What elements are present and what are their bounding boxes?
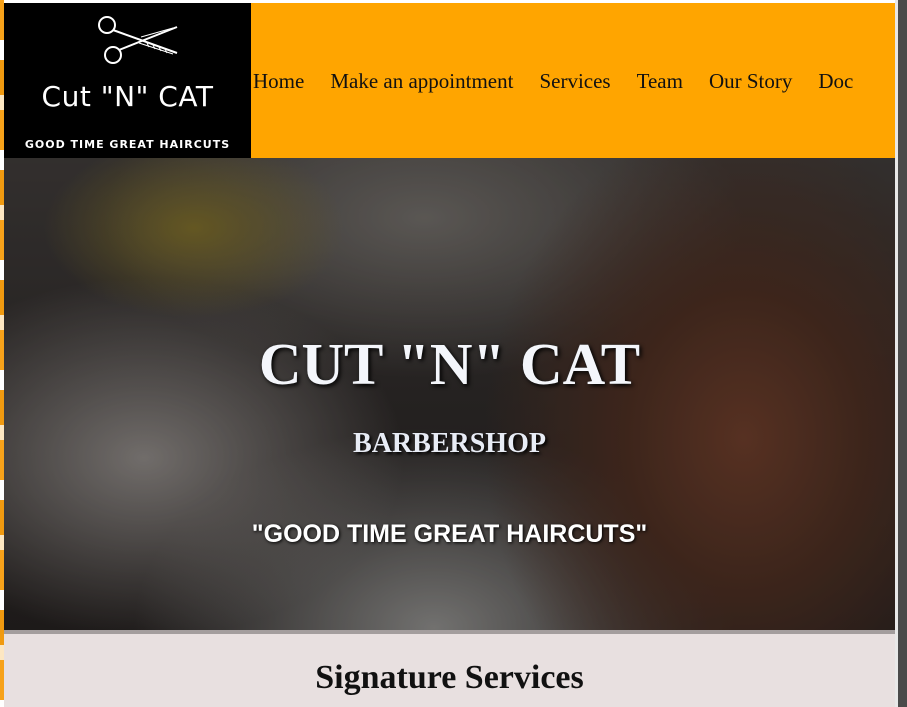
scrollbar[interactable] xyxy=(895,0,907,707)
nav-team[interactable]: Team xyxy=(637,69,683,94)
nav-doc[interactable]: Doc xyxy=(818,69,853,94)
brand-tagline: GOOD TIME GREAT HAIRCUTS xyxy=(24,138,231,151)
brand-logo[interactable]: Cut "N" CAT GOOD TIME GREAT HAIRCUTS xyxy=(4,3,251,158)
services-heading: Signature Services xyxy=(315,659,584,696)
site-header: Cut "N" CAT GOOD TIME GREAT HAIRCUTS Hom… xyxy=(4,3,895,158)
hero-title: CUT "N" CAT xyxy=(258,331,641,397)
nav-our-story[interactable]: Our Story xyxy=(709,69,792,94)
hero-subtitle: BARBERSHOP xyxy=(353,428,546,459)
site: Cut "N" CAT GOOD TIME GREAT HAIRCUTS Hom… xyxy=(4,3,895,707)
hero-banner: CUT "N" CAT BARBERSHOP "GOOD TIME GREAT … xyxy=(4,158,895,630)
main-nav: Home Make an appointment Services Team O… xyxy=(253,69,875,94)
nav-services[interactable]: Services xyxy=(539,69,610,94)
nav-make-appointment[interactable]: Make an appointment xyxy=(330,69,513,94)
nav-home[interactable]: Home xyxy=(253,69,304,94)
services-section: Signature Services xyxy=(4,634,895,707)
brand-name: Cut "N" CAT xyxy=(41,80,214,113)
scissors-icon xyxy=(98,16,178,64)
hero-tagline: "GOOD TIME GREAT HAIRCUTS" xyxy=(251,520,648,548)
